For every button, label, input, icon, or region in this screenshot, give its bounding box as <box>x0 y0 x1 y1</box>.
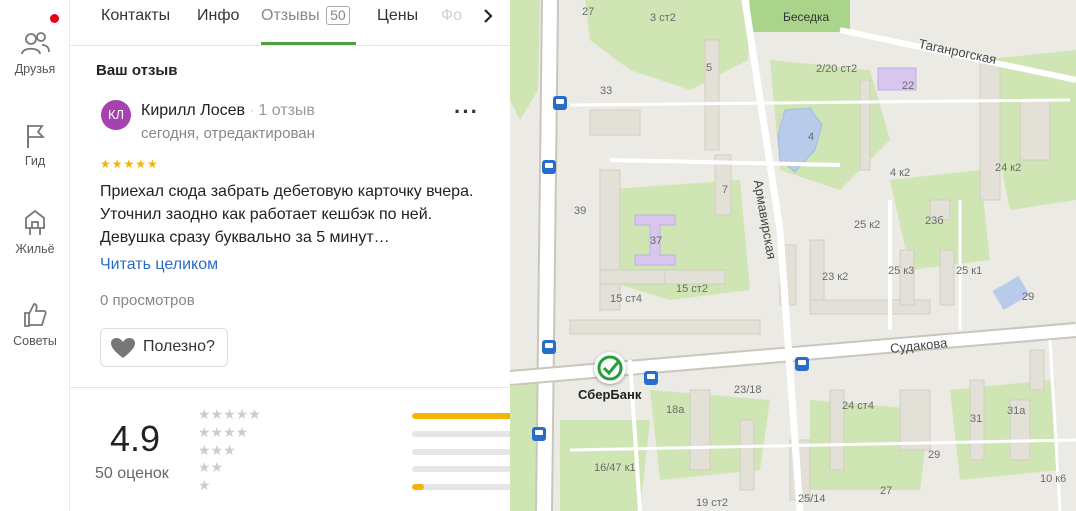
author-name[interactable]: Кирилл Лосев <box>141 102 245 119</box>
review-author: Кирилл Лосев · 1 отзыв <box>141 102 315 120</box>
more-options-button[interactable]: ··· <box>454 101 479 123</box>
nav-label-friends: Друзья <box>14 62 56 76</box>
building-label: 25 к2 <box>854 219 881 231</box>
nav-item-friends[interactable]: Друзья <box>0 30 70 76</box>
nav-item-housing[interactable]: Жильё <box>0 208 70 256</box>
bus-stop-icon[interactable] <box>542 340 556 354</box>
building-label: 4 <box>808 131 815 143</box>
poi-label: Беседка <box>783 10 830 24</box>
building-label: 27 <box>582 6 595 18</box>
useful-label: Полезно? <box>143 338 215 355</box>
tab-bar: Контакты Инфо Отзывы 50 Цены Фо <box>70 0 510 46</box>
building-label: 5 <box>706 62 713 74</box>
organization-panel: Контакты Инфо Отзывы 50 Цены Фо Ваш отзы… <box>70 0 614 511</box>
building-label: 19 ст2 <box>696 497 728 509</box>
building-label: 18а <box>666 404 685 416</box>
tab-contacts[interactable]: Контакты <box>101 5 170 45</box>
building-label: 22 <box>902 80 915 92</box>
review-date: сегодня, отредактирован <box>141 125 315 142</box>
left-navigation: Друзья Гид Жильё Советы <box>0 0 70 511</box>
building-label: 7 <box>722 184 729 196</box>
building-label: 25 к1 <box>956 265 983 277</box>
rating-row-stars: ★★★ <box>198 442 236 458</box>
building-label: 23б <box>925 215 944 227</box>
tab-photos[interactable]: Фо <box>441 5 462 45</box>
rating-count: 50 оценок <box>95 465 169 482</box>
building-label: 24 ст4 <box>842 400 874 412</box>
building-label: 16/47 к1 <box>594 462 636 474</box>
rating-bar-fill <box>412 484 425 490</box>
rating-value: 4.9 <box>110 418 161 459</box>
review-stars: ★★★★★ <box>100 157 159 171</box>
read-more-link[interactable]: Читать целиком <box>100 256 218 274</box>
review-text: Приехал сюда забрать дебетовую карточку … <box>100 183 474 246</box>
bus-stop-icon[interactable] <box>644 371 658 385</box>
bus-stop-icon[interactable] <box>542 160 556 174</box>
chevron-right-icon[interactable] <box>478 6 498 26</box>
building-label: 29 <box>928 449 941 461</box>
thumbs-up-icon <box>24 303 47 327</box>
bank-marker[interactable] <box>594 352 626 384</box>
tab-prices[interactable]: Цены <box>377 5 418 45</box>
heart-icon <box>111 338 135 358</box>
building-label: 2/20 ст2 <box>816 63 858 75</box>
section-title: Ваш отзыв <box>96 62 178 79</box>
building-label: 39 <box>574 205 587 217</box>
building-label: 10 к6 <box>1040 473 1067 485</box>
author-reviews-count: 1 отзыв <box>258 102 315 119</box>
nav-item-guide[interactable]: Гид <box>0 122 70 168</box>
building-label: 25 к3 <box>888 265 915 277</box>
map-canvas <box>510 0 1076 511</box>
friends-icon <box>21 32 50 55</box>
building-label: 24 к2 <box>995 162 1022 174</box>
flag-icon <box>27 125 46 148</box>
active-tab-indicator <box>261 42 356 45</box>
avatar[interactable]: КЛ <box>101 100 131 130</box>
tab-reviews-label: Отзывы <box>261 7 320 24</box>
divider <box>70 387 510 388</box>
nav-label-housing: Жильё <box>15 242 55 256</box>
bank-label: СберБанк <box>578 387 642 402</box>
nav-item-tips[interactable]: Советы <box>0 300 70 348</box>
rating-row-stars: ★★★★ <box>198 424 249 440</box>
useful-button[interactable]: Полезно? <box>100 328 228 367</box>
building-label: 27 <box>880 485 893 497</box>
bus-stop-icon[interactable] <box>795 357 809 371</box>
bus-stop-icon[interactable] <box>553 96 567 110</box>
building-label: 31а <box>1007 405 1026 417</box>
housing-icon <box>25 209 45 235</box>
sberbank-logo-icon <box>597 355 623 381</box>
building-label: 25/14 <box>798 493 826 505</box>
reviews-count-badge: 50 <box>326 6 350 25</box>
building-label: 23 к2 <box>822 271 849 283</box>
notification-dot <box>50 14 59 23</box>
building-label: 4 к2 <box>890 167 911 179</box>
tab-reviews[interactable]: Отзывы 50 <box>261 5 350 45</box>
building-label: 29 <box>1022 291 1035 303</box>
building-label: 37 <box>650 235 663 247</box>
building-label: 15 ст4 <box>610 293 642 305</box>
building-label: 15 ст2 <box>676 283 708 295</box>
building-label: 23/18 <box>734 384 762 396</box>
separator-dot: · <box>249 102 255 119</box>
map[interactable]: Таганрогская Армавирская Судакова Беседк… <box>510 0 1076 511</box>
nav-label-tips: Советы <box>13 334 57 348</box>
nav-label-guide: Гид <box>24 154 46 168</box>
rating-row-stars: ★★★★★ <box>198 406 261 422</box>
tab-info[interactable]: Инфо <box>197 5 239 45</box>
bus-stop-icon[interactable] <box>532 427 546 441</box>
rating-row-stars: ★ <box>198 477 211 493</box>
building-label: 3 ст2 <box>650 12 676 24</box>
views-count: 0 просмотров <box>100 292 195 309</box>
rating-row-stars: ★★ <box>198 459 224 475</box>
building-label: 33 <box>600 85 613 97</box>
building-label: 31 <box>970 413 983 425</box>
